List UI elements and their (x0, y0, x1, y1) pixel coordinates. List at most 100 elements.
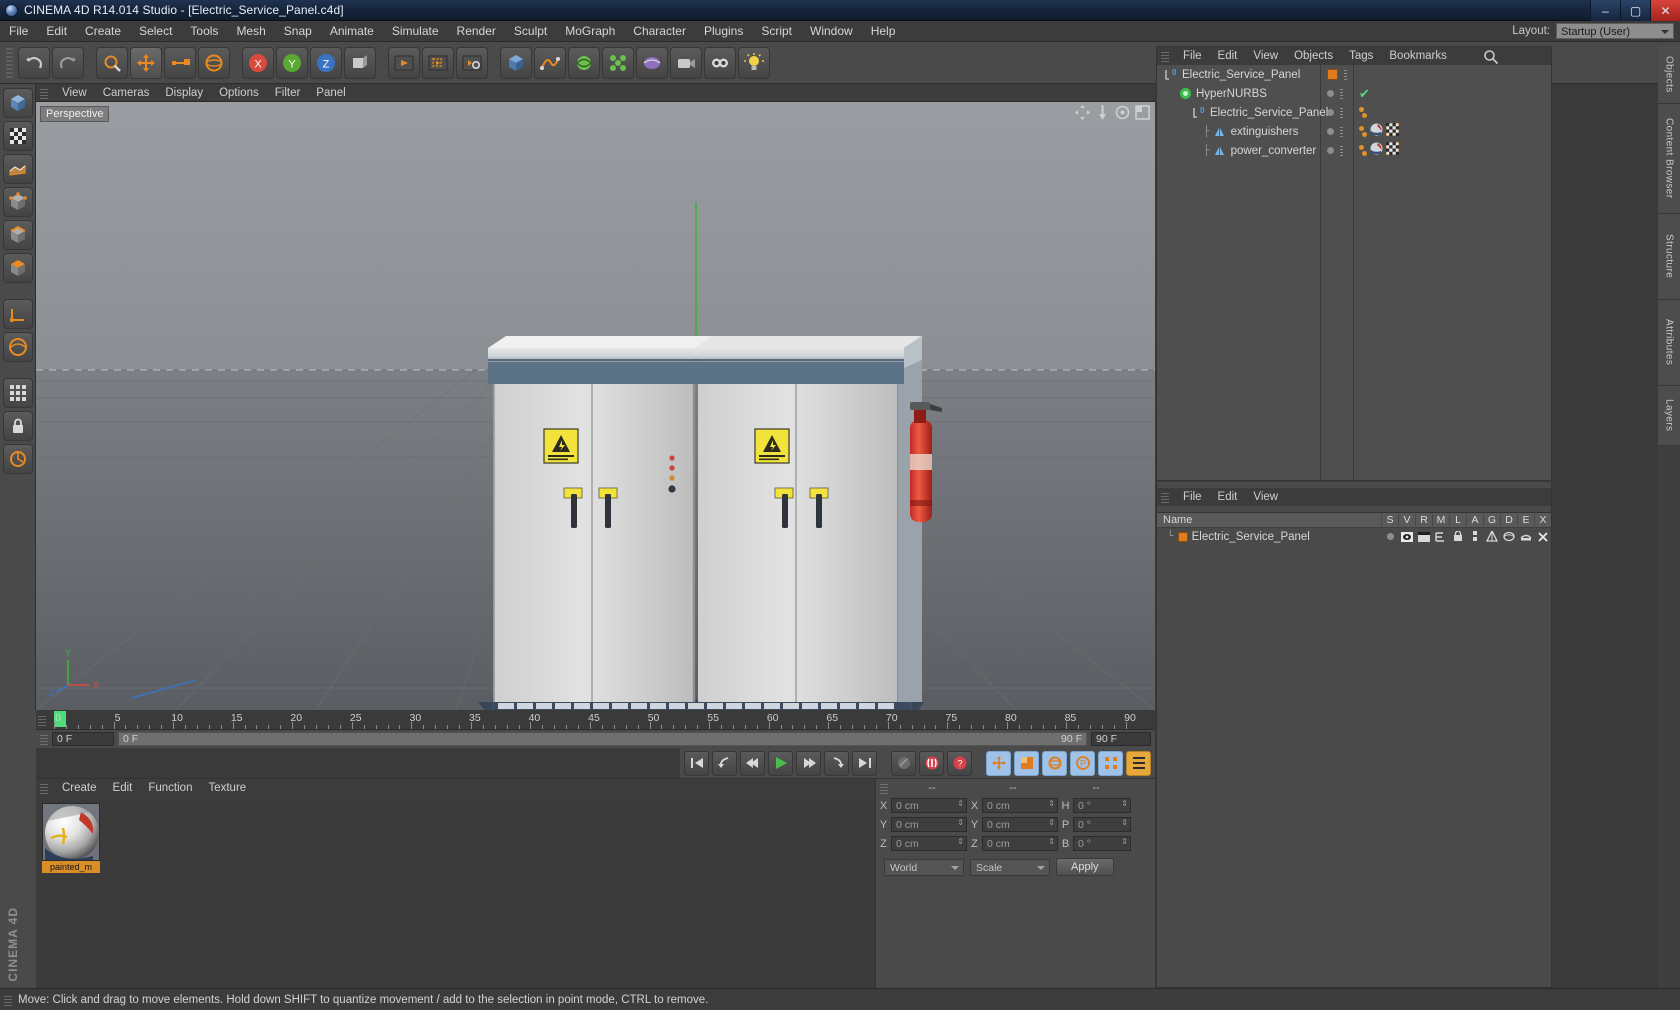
spinner-icon[interactable]: ⇕ (957, 800, 964, 808)
layer-column-v[interactable]: V (1398, 514, 1415, 526)
scale-icon[interactable] (164, 46, 196, 79)
render-view-icon[interactable] (388, 46, 420, 79)
menu-item-character[interactable]: Character (624, 21, 695, 42)
layer-rows[interactable]: └ Electric_Service_Panel (1157, 528, 1551, 968)
material-preview-thumbnail[interactable] (42, 803, 100, 861)
visibility-dots[interactable] (1327, 107, 1343, 118)
attribute-menu-file[interactable]: File (1175, 491, 1210, 503)
layer-column-x[interactable]: X (1534, 514, 1551, 526)
layer-column-r[interactable]: R (1415, 514, 1432, 526)
render-settings-icon[interactable] (456, 46, 488, 79)
dock-tab-layers[interactable]: Layers (1658, 386, 1680, 446)
object-menu-bookmarks[interactable]: Bookmarks (1381, 50, 1455, 62)
spinner-icon[interactable]: ⇕ (1121, 819, 1128, 827)
z-axis-icon[interactable]: Z (310, 46, 342, 79)
visibility-dot[interactable] (1327, 109, 1334, 116)
layer-column-m[interactable]: M (1432, 514, 1449, 526)
object-menu-view[interactable]: View (1245, 50, 1286, 62)
spinner-icon[interactable]: ⇕ (957, 838, 964, 846)
polygon-object-icon[interactable] (1213, 144, 1227, 158)
position-x-field[interactable]: 0 cm ⇕ (891, 798, 967, 813)
toolbar-grip[interactable] (6, 47, 13, 78)
texture-mode-icon[interactable] (2, 121, 33, 151)
tag-group[interactable] (1359, 122, 1400, 141)
y-axis-icon[interactable]: Y (276, 46, 308, 79)
visibility-toggle-dots[interactable] (1344, 69, 1347, 80)
material-name-label[interactable]: painted_m (42, 861, 100, 873)
visibility-dot[interactable] (1327, 147, 1334, 154)
layer-column-g[interactable]: G (1483, 514, 1500, 526)
maximize-button[interactable]: ▢ (1620, 0, 1650, 21)
x-axis-icon[interactable]: X (242, 46, 274, 79)
menu-item-plugins[interactable]: Plugins (695, 21, 752, 42)
layer-locked-cell[interactable] (1449, 531, 1466, 542)
undo-icon[interactable] (18, 46, 50, 79)
menu-item-simulate[interactable]: Simulate (383, 21, 448, 42)
viewport-nav-icons[interactable] (1075, 105, 1150, 120)
light-icon[interactable] (738, 46, 770, 79)
viewport-menu-panel[interactable]: Panel (308, 87, 353, 99)
layer-animation-cell[interactable] (1466, 531, 1483, 542)
timeline-grip[interactable] (38, 714, 46, 726)
go-to-start-button[interactable] (684, 750, 709, 776)
spinner-icon[interactable]: ⇕ (957, 819, 964, 827)
material-tag-icon[interactable] (1370, 142, 1383, 160)
material-item[interactable]: painted_m (42, 803, 100, 873)
keyframe-selection-button[interactable]: ? (947, 750, 972, 776)
visibility-toggle-dots[interactable] (1340, 126, 1343, 137)
dock-tab-structure[interactable]: Structure (1658, 214, 1680, 300)
menu-item-render[interactable]: Render (448, 21, 505, 42)
enable-axis-icon[interactable] (2, 332, 33, 362)
parameter-key-button[interactable]: P (1070, 750, 1095, 776)
layer-solo-cell[interactable] (1381, 533, 1398, 540)
menu-item-select[interactable]: Select (130, 21, 181, 42)
step-back-button[interactable] (740, 750, 765, 776)
tag-dots-icon[interactable] (1359, 107, 1367, 118)
face-mode-icon[interactable] (2, 253, 33, 283)
coordinate-system-dropdown[interactable]: World (884, 858, 964, 876)
menu-item-edit[interactable]: Edit (37, 21, 76, 42)
object-manager-search-icon[interactable] (1483, 49, 1499, 65)
object-row[interactable]: HyperNURBS ✔ (1157, 84, 1551, 103)
spinner-icon[interactable]: ⇕ (1121, 838, 1128, 846)
scale-key-button[interactable] (1014, 750, 1039, 776)
rotation-p-field[interactable]: 0 ° ⇕ (1073, 817, 1131, 832)
axis-mode-icon[interactable] (2, 299, 33, 329)
lock-axis-icon[interactable] (2, 411, 33, 441)
visibility-dot[interactable] (1327, 90, 1334, 97)
visibility-dots[interactable] (1327, 126, 1343, 137)
previous-key-button[interactable] (712, 750, 737, 776)
deformer-icon[interactable] (636, 46, 668, 79)
size-z-field[interactable]: 0 cm ⇕ (982, 836, 1058, 851)
mograph-array-icon[interactable] (602, 46, 634, 79)
move-icon[interactable] (130, 46, 162, 79)
attribute-menu-view[interactable]: View (1245, 491, 1286, 503)
visibility-toggle-dots[interactable] (1340, 107, 1343, 118)
world-object-axis-icon[interactable] (344, 46, 376, 79)
layer-column-l[interactable]: L (1449, 514, 1466, 526)
spinner-icon[interactable]: ⇕ (1048, 819, 1055, 827)
timeline-fields-grip[interactable] (40, 733, 48, 745)
minimize-button[interactable]: – (1590, 0, 1620, 21)
dock-tab-content-browser[interactable]: Content Browser (1658, 104, 1680, 214)
dock-tab-attributes[interactable]: Attributes (1658, 300, 1680, 386)
nurbs-generator-icon[interactable] (568, 46, 600, 79)
menu-item-file[interactable]: File (0, 21, 37, 42)
layer-column-s[interactable]: S (1381, 514, 1398, 526)
material-menu-create[interactable]: Create (54, 782, 105, 794)
layer-generator-cell[interactable] (1483, 531, 1500, 542)
object-row[interactable]: 0 Electric_Service_Panel (1157, 65, 1551, 84)
material-tag-icon[interactable] (1370, 123, 1383, 141)
menu-item-snap[interactable]: Snap (275, 21, 321, 42)
timeline-ruler[interactable]: 0 5 10 15 20 25 30 35 40 45 50 55 60 65 70 75 80 85 90 (36, 710, 1155, 730)
stage-icon[interactable] (704, 46, 736, 79)
step-forward-button[interactable] (796, 750, 821, 776)
layer-expression-cell[interactable] (1517, 531, 1534, 542)
viewport-menu-cameras[interactable]: Cameras (95, 87, 158, 99)
layer-column-d[interactable]: D (1500, 514, 1517, 526)
go-to-end-button[interactable] (852, 750, 877, 776)
menu-item-mograph[interactable]: MoGraph (556, 21, 624, 42)
polygon-object-icon[interactable] (1213, 125, 1227, 139)
size-y-field[interactable]: 0 cm ⇕ (982, 817, 1058, 832)
menu-item-script[interactable]: Script (752, 21, 801, 42)
